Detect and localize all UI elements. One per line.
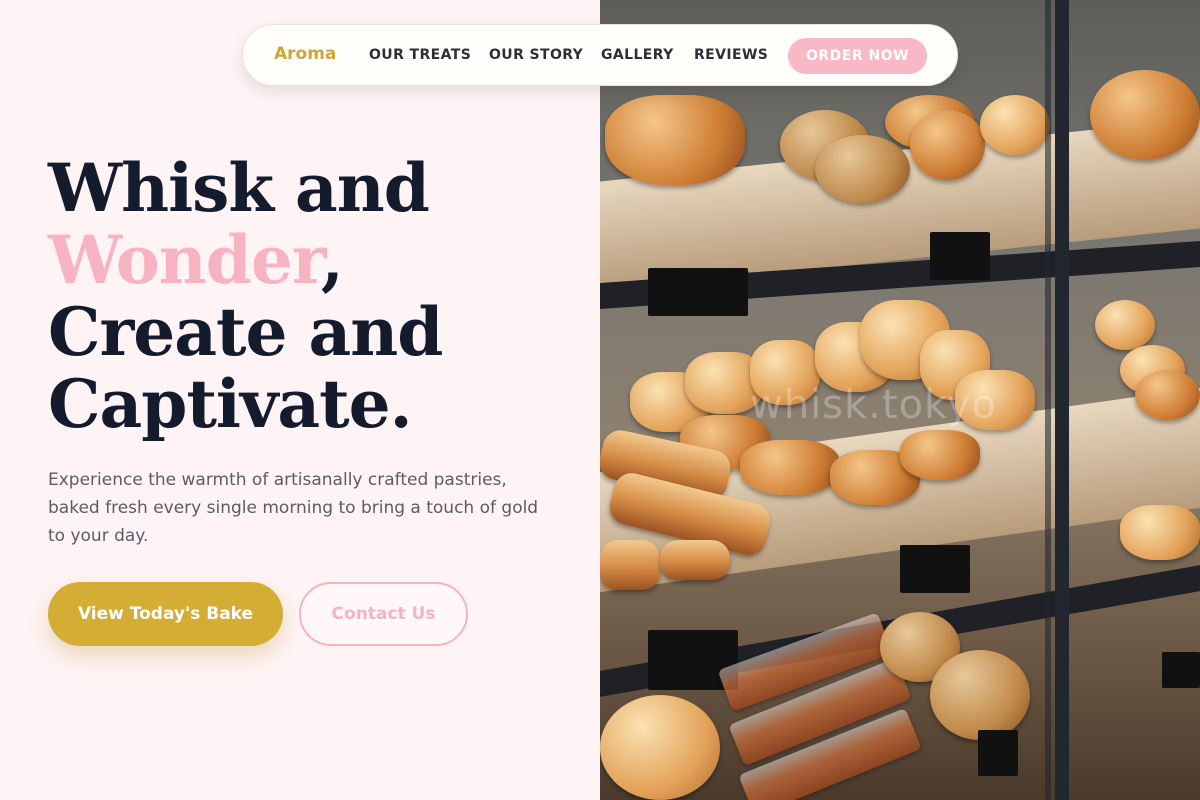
top-navigation: Aroma OUR TREATS OUR STORY GALLERY REVIE…: [242, 24, 958, 86]
hero-title-line4: Captivate.: [48, 365, 413, 443]
nav-item-our-story[interactable]: OUR STORY: [489, 47, 583, 63]
hero-title-comma: ,: [320, 221, 344, 299]
case-frame: [1055, 0, 1069, 800]
hero-title-line1: Whisk and: [48, 149, 430, 227]
bakery-display-image: whisk.tokyo: [600, 0, 1200, 800]
case-frame: [1045, 0, 1051, 800]
bun: [980, 95, 1050, 155]
bun: [910, 110, 985, 180]
view-todays-bake-button[interactable]: View Today's Bake: [48, 582, 283, 646]
sausage-bread: [660, 540, 730, 580]
price-tag: [900, 545, 970, 593]
bun: [1095, 300, 1155, 350]
price-tag: [930, 232, 990, 280]
roll: [740, 440, 840, 495]
price-tag: [648, 268, 748, 316]
price-tag: [978, 730, 1018, 776]
contact-us-button[interactable]: Contact Us: [299, 582, 468, 646]
hero-section: Whisk and Wonder, Create and Captivate. …: [0, 0, 600, 800]
nav-item-our-treats[interactable]: OUR TREATS: [369, 47, 471, 63]
hero-description: Experience the warmth of artisanally cra…: [48, 470, 539, 546]
bagel: [930, 650, 1030, 740]
sausage-bread: [600, 540, 660, 590]
bun: [1090, 70, 1200, 160]
bun: [1135, 370, 1200, 420]
brand-logo[interactable]: Aroma: [274, 44, 336, 64]
seeded-bun: [815, 135, 910, 203]
pretzel: [605, 95, 745, 185]
roll: [900, 430, 980, 480]
hero-title-line3: Create and: [48, 293, 443, 371]
nav-item-gallery[interactable]: GALLERY: [601, 47, 674, 63]
loaf: [600, 695, 720, 800]
hero-title-accent: Wonder: [48, 221, 322, 299]
price-tag: [1162, 652, 1200, 688]
order-now-button[interactable]: ORDER NOW: [788, 38, 927, 74]
roll: [1120, 505, 1200, 560]
hero-title: Whisk and Wonder, Create and Captivate.: [48, 149, 443, 443]
image-watermark: whisk.tokyo: [750, 382, 997, 428]
nav-item-reviews[interactable]: REVIEWS: [694, 47, 768, 63]
